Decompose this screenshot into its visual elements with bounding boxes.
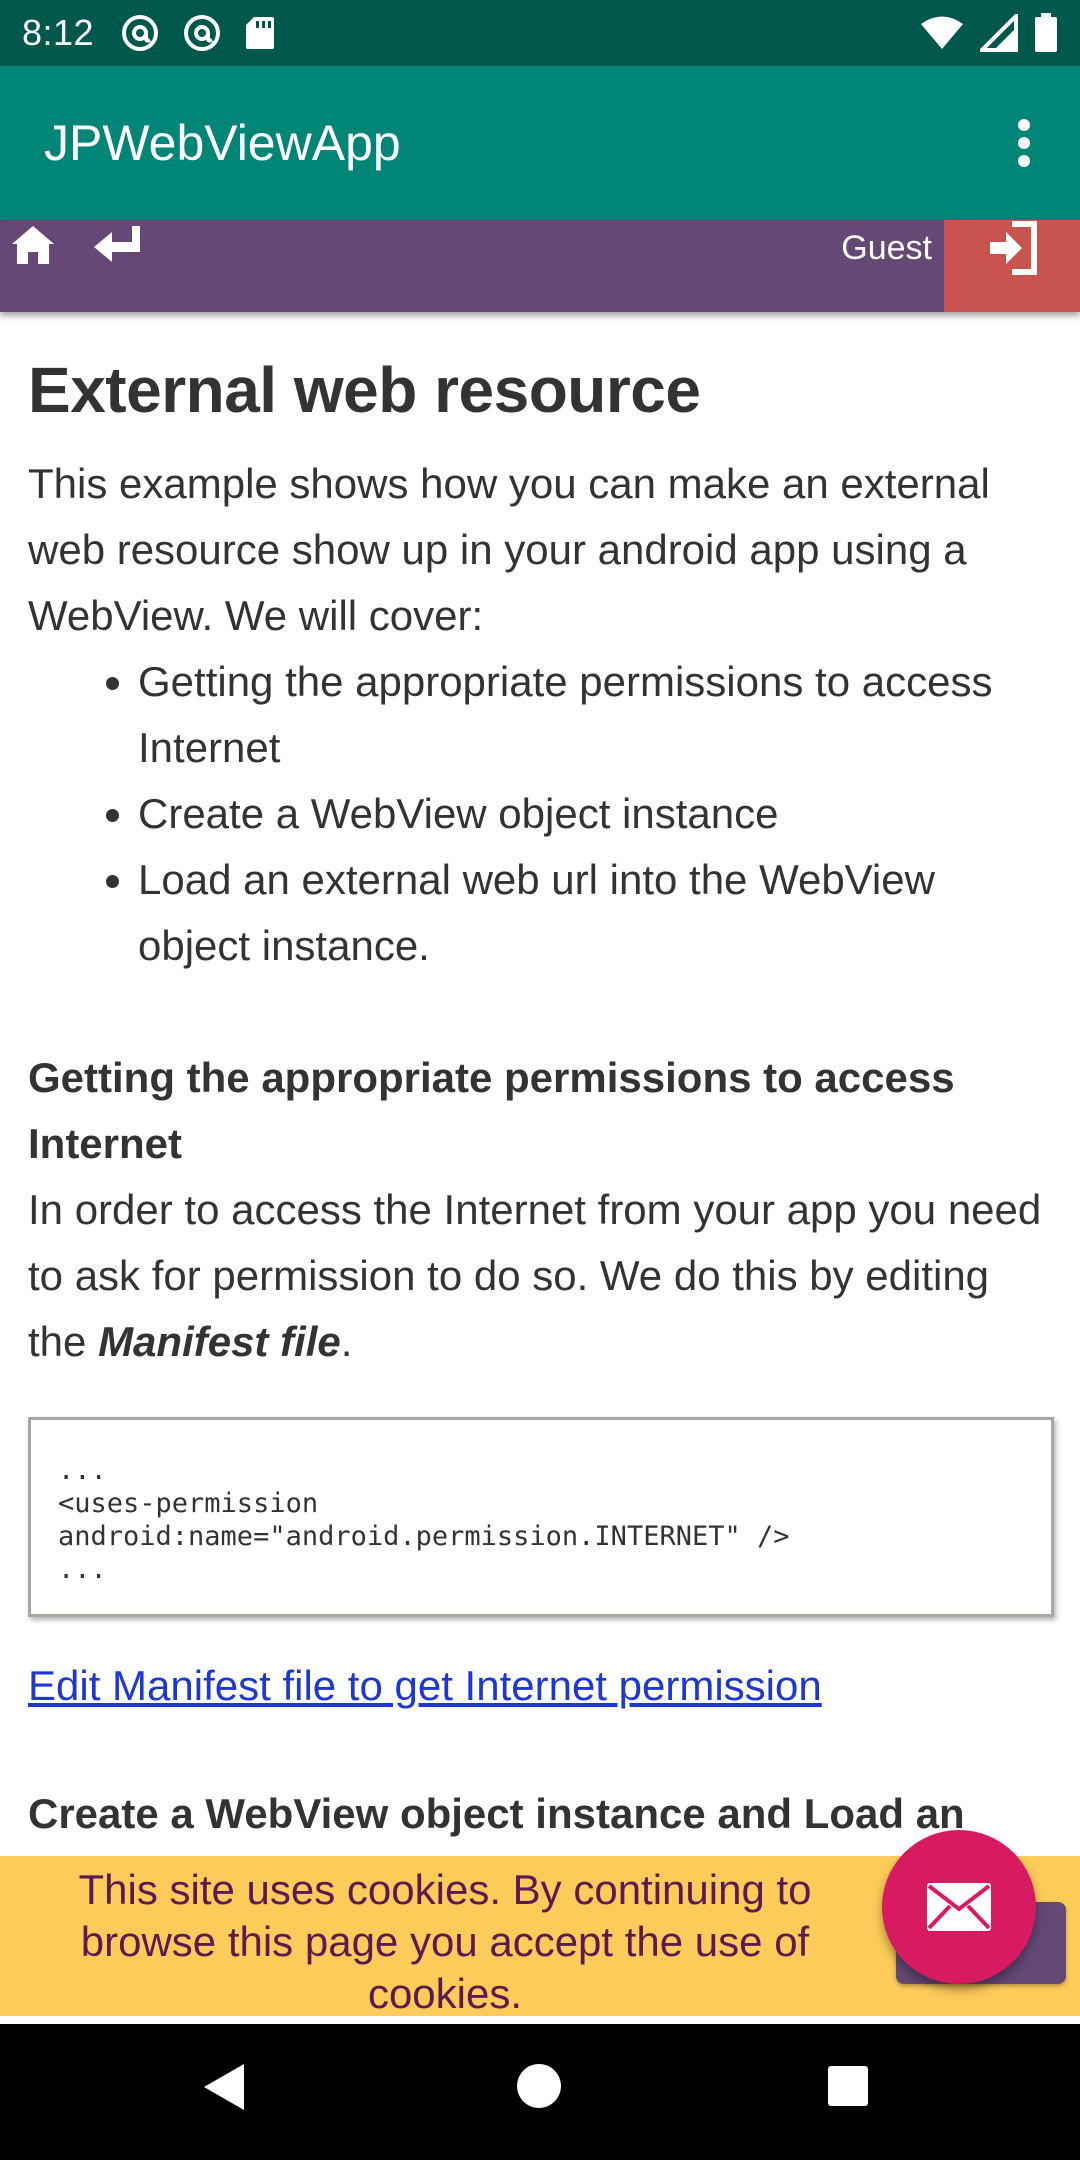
battery-icon — [1035, 13, 1057, 52]
permissions-paragraph: In order to access the Internet from you… — [28, 1177, 1052, 1375]
home-button[interactable] — [10, 224, 56, 270]
wifi-icon — [921, 16, 963, 49]
back-triangle-icon — [204, 2064, 244, 2110]
list-item: Create a WebView object instance — [138, 781, 1052, 847]
edit-manifest-link[interactable]: Edit Manifest file to get Internet permi… — [28, 1653, 1052, 1719]
back-button[interactable] — [92, 224, 144, 270]
list-item: Load an external web url into the WebVie… — [138, 847, 1052, 979]
code-line: ... — [58, 1553, 107, 1585]
manifest-file-emphasis: Manifest file — [98, 1317, 341, 1365]
web-content: External web resource This example shows… — [0, 312, 1080, 1856]
system-back-button[interactable] — [200, 2060, 248, 2119]
recents-square-icon — [828, 2066, 868, 2106]
home-circle-icon — [517, 2064, 561, 2108]
list-item: Getting the appropriate permissions to a… — [138, 649, 1052, 781]
status-system-icons — [920, 0, 1058, 66]
page-title: External web resource — [28, 354, 701, 426]
login-icon — [990, 221, 1037, 275]
sd-card-icon — [246, 17, 275, 49]
section-heading-permissions: Getting the appropriate permissions to a… — [28, 1053, 955, 1167]
intro-paragraph: This example shows how you can make an e… — [28, 459, 990, 639]
user-label: Guest — [841, 229, 932, 267]
screen: 8:12 JPWebViewApp Guest External web res… — [0, 0, 1080, 2160]
code-block: ... <uses-permission android:name="android… — [28, 1416, 1054, 1617]
status-time: 8:12 — [22, 12, 95, 53]
web-nav-bar: Guest — [0, 220, 1080, 312]
app-title: JPWebViewApp — [44, 115, 401, 171]
system-home-button[interactable] — [515, 2062, 563, 2115]
home-icon — [12, 226, 54, 264]
login-button[interactable] — [944, 220, 1080, 312]
cookie-notice-text: This site uses cookies. By continuing to… — [78, 1866, 812, 2017]
app-bar: JPWebViewApp — [0, 66, 1080, 220]
topics-list: Getting the appropriate permissions to a… — [28, 649, 1052, 979]
overflow-menu-button[interactable] — [994, 113, 1054, 173]
back-arrow-icon — [94, 226, 140, 262]
status-bar: 8:12 — [0, 0, 1080, 66]
email-fab[interactable] — [882, 1830, 1036, 1984]
at-sign-icon — [122, 15, 159, 51]
overflow-menu-icon — [1018, 119, 1030, 167]
cell-signal-icon — [980, 14, 1018, 52]
section-heading-webview: Create a WebView object instance and Loa… — [28, 1789, 965, 1837]
permissions-text-end: . — [340, 1317, 353, 1365]
code-line: android:name="android.permission.INTERNE… — [58, 1520, 790, 1552]
code-line: ... — [58, 1454, 107, 1486]
code-line: <uses-permission — [58, 1487, 319, 1519]
system-recents-button[interactable] — [826, 2064, 870, 2113]
mail-icon — [927, 1883, 991, 1931]
status-notification-icons — [120, 13, 276, 53]
system-nav-bar — [0, 2024, 1080, 2160]
at-sign-icon — [184, 15, 221, 51]
